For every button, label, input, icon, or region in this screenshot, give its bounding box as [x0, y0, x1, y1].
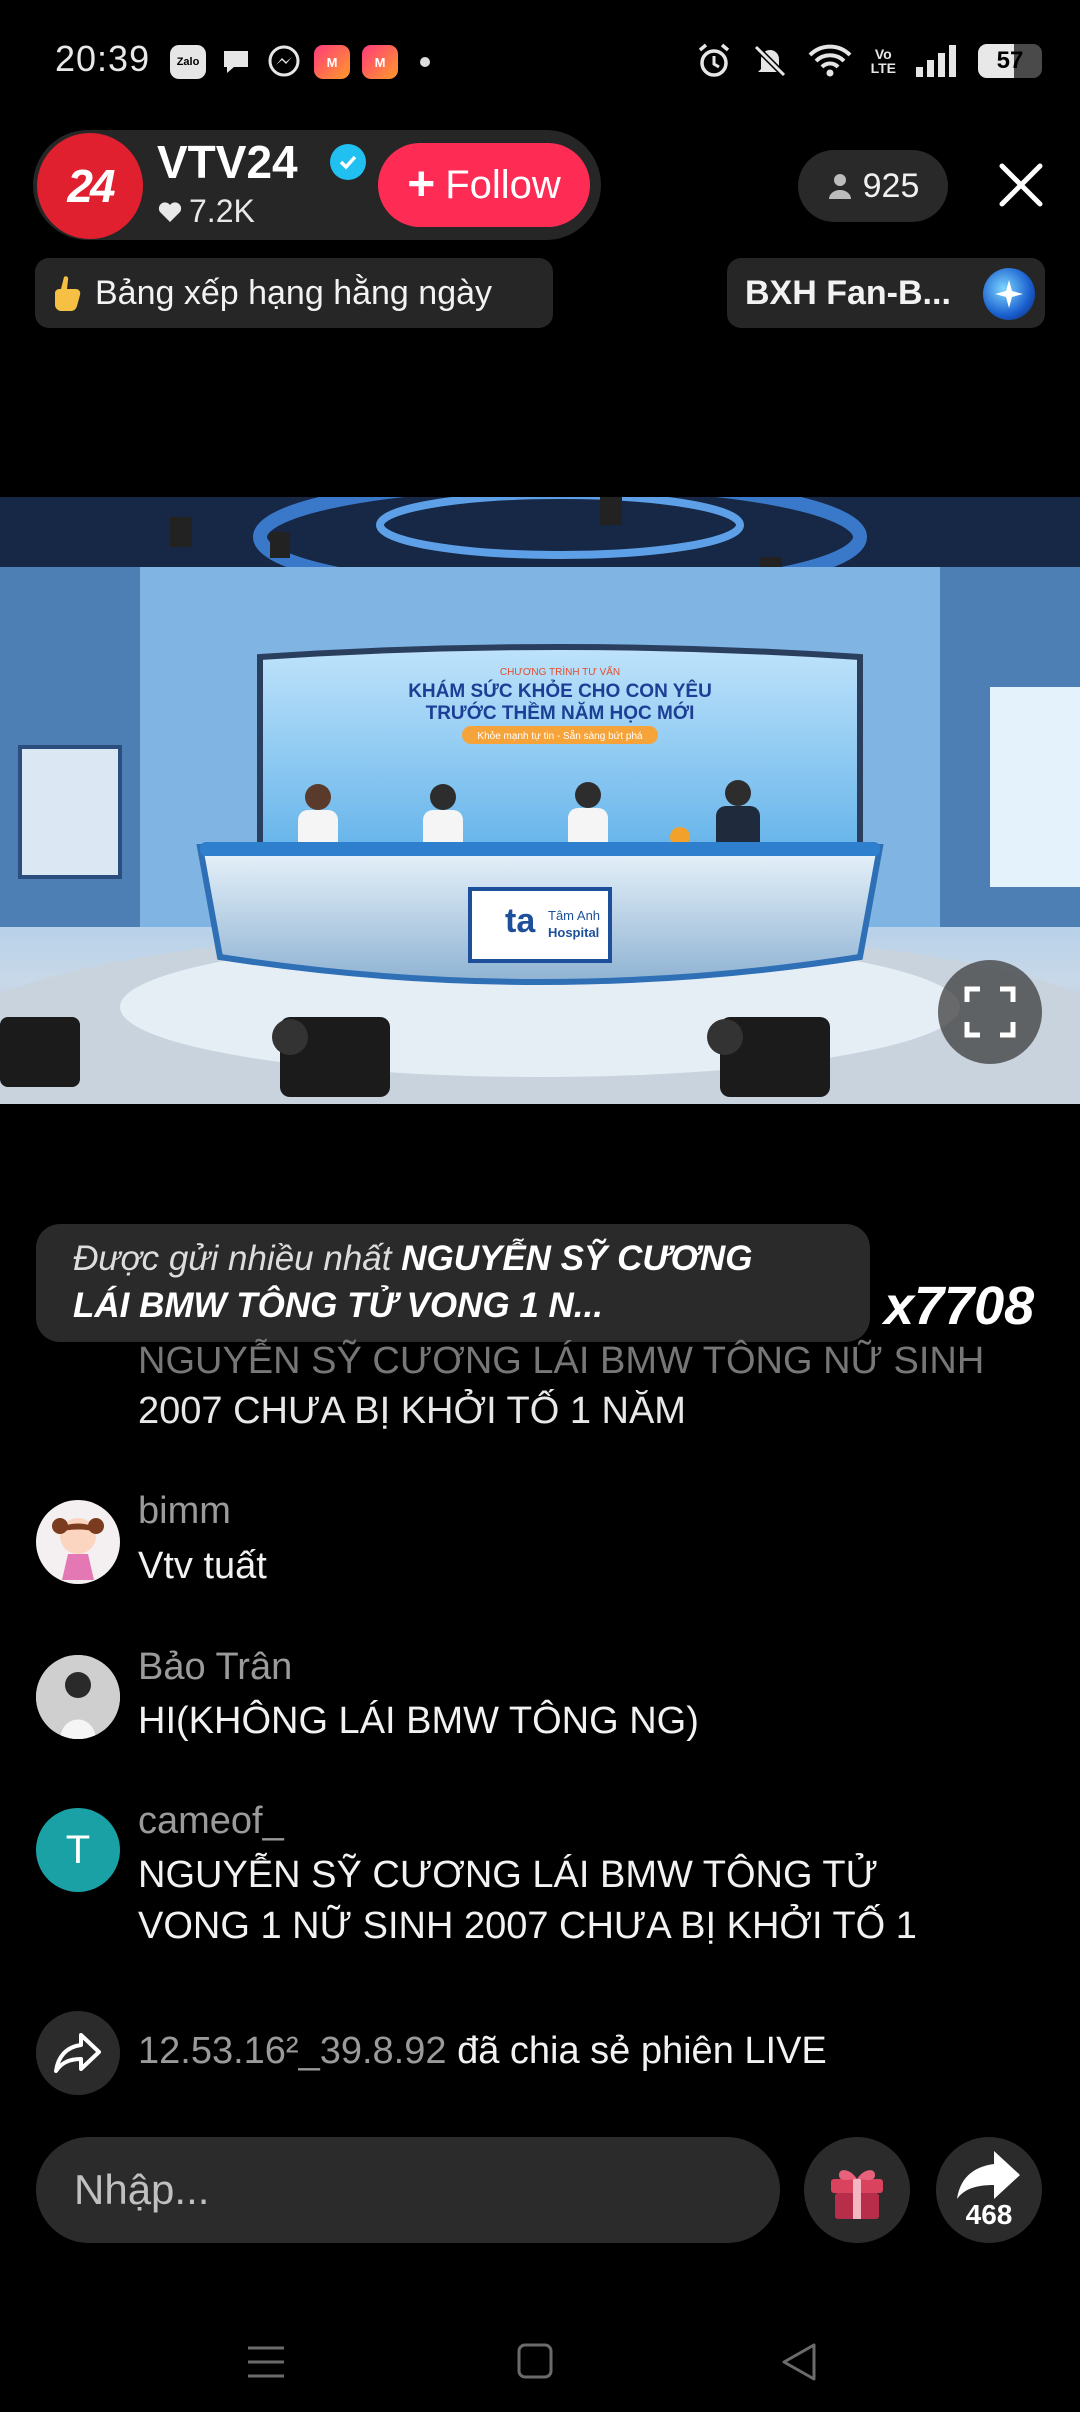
fullscreen-icon	[964, 986, 1016, 1038]
close-icon	[999, 163, 1043, 207]
share-count: 468	[965, 2199, 1013, 2230]
volte-top: Vo	[874, 46, 892, 62]
top-gift-count: x7708	[884, 1276, 1035, 1336]
host-avatar[interactable]: 24	[37, 133, 143, 239]
comment-text-line2: VONG 1 NỮ SINH 2007 CHƯA BỊ KHỞI TỐ 1	[138, 1905, 917, 1947]
desk-logo-mark: ta	[505, 902, 536, 940]
gift-button[interactable]	[804, 2137, 910, 2243]
notification-icons: Zalo M M	[170, 42, 430, 82]
wifi-icon	[807, 43, 853, 79]
video-banner-line2: TRƯỚC THỀM NĂM HỌC MỚI	[426, 702, 695, 724]
volte-icon: Vo LTE	[871, 47, 896, 75]
video-banner-tag: Khỏe mạnh tự tin - Sẵn sàng bứt phá	[477, 729, 643, 742]
comment-username[interactable]: bimm	[138, 1490, 231, 1533]
home-button[interactable]	[516, 2342, 554, 2385]
desk-logo-line2: Hospital	[548, 925, 599, 940]
studio-scene: CHƯƠNG TRÌNH TƯ VẤN KHÁM SỨC KHỎE CHO CO…	[0, 497, 1080, 1104]
pointing-hand-icon	[55, 276, 81, 311]
top-gift-text: Được gửi nhiều nhất NGUYỄN SỸ CƯƠNG LÁI …	[73, 1235, 833, 1329]
signal-icon	[914, 43, 960, 79]
system-nav-bar	[0, 2300, 1080, 2412]
top-gift-prefix: Được gửi nhiều nhất	[73, 1239, 392, 1278]
viewer-count[interactable]: 925	[798, 150, 948, 222]
comment-text-line1: NGUYỄN SỸ CƯƠNG LÁI BMW TÔNG TỬ	[138, 1854, 879, 1896]
share-event-icon-wrap	[36, 2011, 120, 2095]
host-likes-count: 7.2K	[189, 193, 255, 229]
host-name[interactable]: VTV24	[157, 135, 298, 189]
verified-badge-icon	[330, 144, 366, 180]
follow-button[interactable]: + Follow	[378, 143, 590, 227]
gift-icon	[831, 2170, 883, 2219]
zalo-icon: Zalo	[170, 45, 206, 79]
host-likes: 7.2K	[157, 193, 255, 230]
back-triangle-icon	[782, 2343, 816, 2381]
share-event-message: đã chia sẻ phiên LIVE	[457, 2030, 827, 2072]
comment-text: HI(KHÔNG LÁI BMW TÔNG NG)	[138, 1700, 699, 1742]
fullscreen-button[interactable]	[938, 960, 1042, 1064]
app-m-icon: M	[314, 45, 350, 79]
messenger-icon	[266, 45, 302, 79]
comment-username[interactable]: cameof_	[138, 1800, 284, 1843]
share-event-user[interactable]: 12.53.16²_39.8.92	[138, 2030, 447, 2072]
status-time: 20:39	[55, 38, 151, 79]
viewer-count-value: 925	[862, 166, 920, 205]
status-bar: 20:39 Zalo M M Vo LTE 57	[0, 0, 1080, 125]
plus-icon: +	[407, 158, 436, 211]
video-banner-line1: KHÁM SỨC KHỎE CHO CON YÊU	[408, 680, 712, 702]
share-event-text: 12.53.16²_39.8.92 đã chia sẻ phiên LIVE	[138, 2030, 827, 2073]
heart-icon	[158, 201, 182, 222]
comment-username[interactable]: Bảo Trân	[138, 1646, 292, 1689]
daily-ranking-label: Bảng xếp hạng hằng ngày	[95, 273, 493, 312]
share-icon	[957, 2151, 1020, 2199]
more-notifications-dot	[420, 57, 430, 67]
top-gift-line1: NGUYỄN SỸ CƯƠNG	[401, 1239, 753, 1278]
battery-level: 57	[996, 47, 1024, 74]
fan-badge-icon	[983, 268, 1035, 320]
fan-ranking-label: BXH Fan-B...	[745, 273, 951, 312]
back-button[interactable]	[780, 2342, 818, 2387]
live-video[interactable]: CHƯƠNG TRÌNH TƯ VẤN KHÁM SỨC KHỎE CHO CO…	[0, 497, 1080, 1104]
daily-ranking-pill[interactable]: Bảng xếp hạng hằng ngày	[35, 258, 553, 328]
volte-bottom: LTE	[870, 60, 896, 76]
fan-ranking-pill[interactable]: BXH Fan-B...	[727, 258, 1045, 328]
follow-label: Follow	[445, 162, 561, 207]
person-icon	[828, 174, 851, 199]
top-gift-line2: LÁI BMW TÔNG TỬ VONG 1 N...	[73, 1286, 603, 1325]
faded-comment-line1: NGUYỄN SỸ CƯƠNG LÁI BMW TÔNG NỮ SINH	[138, 1340, 985, 1382]
share-button[interactable]: 468	[936, 2137, 1042, 2243]
host-avatar-text: 24	[67, 160, 115, 212]
desk-logo-line1: Tâm Anh	[548, 908, 600, 923]
alarm-icon	[695, 42, 733, 80]
avatar-letter: T	[65, 1827, 91, 1872]
comment-input[interactable]	[36, 2137, 780, 2243]
video-banner-small: CHƯƠNG TRÌNH TƯ VẤN	[500, 665, 620, 678]
system-icons: Vo LTE 57	[695, 38, 1042, 84]
app-m-icon: M	[362, 45, 398, 79]
mute-bell-icon	[751, 42, 789, 80]
avatar[interactable]: T	[36, 1808, 120, 1892]
share-arrow-icon	[54, 2033, 101, 2073]
faded-comment-line2: 2007 CHƯA BỊ KHỞI TỐ 1 NĂM	[138, 1390, 686, 1432]
battery-icon: 57	[978, 44, 1042, 78]
menu-icon	[248, 2346, 284, 2378]
comment-text: Vtv tuất	[138, 1545, 267, 1587]
avatar[interactable]	[36, 1500, 120, 1584]
recent-apps-button[interactable]	[246, 2344, 286, 2385]
avatar[interactable]	[36, 1655, 120, 1739]
home-square-icon	[517, 2343, 553, 2379]
close-button[interactable]	[990, 150, 1052, 220]
chat-bubble-icon	[218, 45, 254, 79]
